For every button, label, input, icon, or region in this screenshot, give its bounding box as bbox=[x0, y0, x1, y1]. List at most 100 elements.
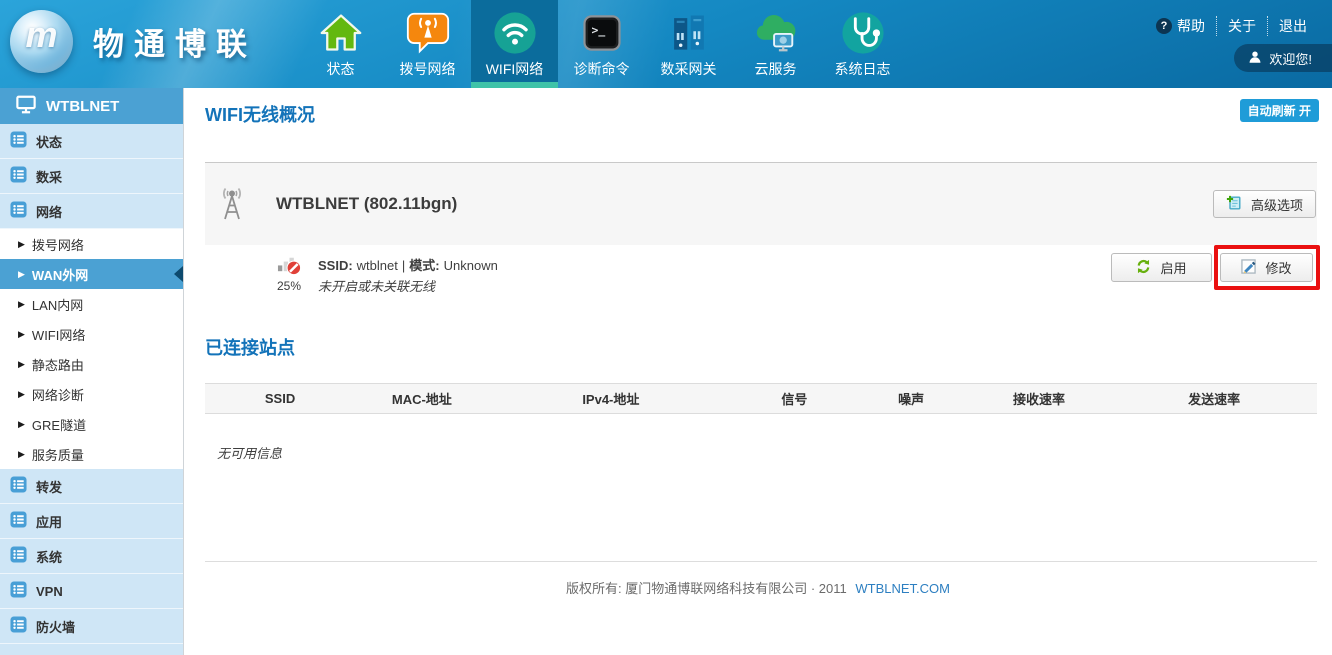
list-icon bbox=[10, 166, 27, 186]
column-header-signal: 信号 bbox=[733, 389, 855, 408]
column-header-noise: 噪声 bbox=[855, 389, 966, 408]
sidebar-item-system[interactable]: 系统 bbox=[0, 539, 183, 574]
column-header-tx-rate: 发送速率 bbox=[1111, 389, 1317, 408]
sidebar-subitem-gre-tunnel[interactable]: GRE隧道 bbox=[0, 409, 183, 439]
sidebar-subitem-dialup-network[interactable]: 拨号网络 bbox=[0, 229, 183, 259]
caret-icon bbox=[18, 299, 25, 310]
list-icon bbox=[10, 201, 27, 221]
device-name: WTBLNET bbox=[46, 98, 119, 115]
nav-item-data-gateway[interactable]: 数采网关 bbox=[645, 0, 732, 88]
logout-label: 退出 bbox=[1279, 16, 1307, 36]
sidebar-item-network[interactable]: 网络 bbox=[0, 194, 183, 229]
brand-name: 物通博联 bbox=[93, 19, 257, 64]
list-icon bbox=[10, 511, 27, 531]
caret-icon bbox=[18, 449, 25, 460]
sidebar-subitem-lan[interactable]: LAN内网 bbox=[0, 289, 183, 319]
nav-label: 状态 bbox=[327, 59, 355, 79]
dialup-antenna-icon bbox=[406, 9, 450, 57]
ssid-label: SSID: bbox=[318, 258, 353, 273]
question-icon bbox=[1156, 18, 1172, 34]
svg-text:>_: >_ bbox=[591, 23, 605, 37]
nav-item-cloud-service[interactable]: 云服务 bbox=[732, 0, 819, 88]
main-content: WIFI无线概况 自动刷新 开 WTBLNET (802.11bgn) bbox=[184, 88, 1332, 655]
help-link[interactable]: 帮助 bbox=[1145, 16, 1216, 36]
refresh-icon bbox=[1136, 259, 1151, 277]
wifi-device-panel: WTBLNET (802.11bgn) 高级选项 bbox=[205, 162, 1317, 245]
list-icon bbox=[10, 546, 27, 566]
sidebar: WTBLNET 状态 数采 网络 拨号网络 WAN外网 LAN内网 WIF bbox=[0, 88, 184, 655]
caret-icon bbox=[18, 269, 25, 280]
list-icon bbox=[10, 476, 27, 496]
terminal-icon: >_ bbox=[581, 9, 623, 57]
top-header: 物通博联 状态 拨号网络 bbox=[0, 0, 1332, 88]
footer: 版权所有: 厦门物通博联网络科技有限公司 · 2011 WTBLNET.COM bbox=[184, 578, 1332, 597]
signal-percent: 25% bbox=[271, 279, 307, 293]
welcome-text: 欢迎您! bbox=[1269, 49, 1312, 68]
nav-item-dialup-network[interactable]: 拨号网络 bbox=[384, 0, 471, 88]
sidebar-item-vpn[interactable]: VPN bbox=[0, 574, 183, 609]
stethoscope-log-icon bbox=[840, 9, 886, 57]
list-icon bbox=[10, 131, 27, 151]
enable-label: 启用 bbox=[1160, 258, 1186, 277]
stations-section-title: 已连接站点 bbox=[205, 334, 295, 360]
help-label: 帮助 bbox=[1177, 16, 1205, 36]
sidebar-partial-row bbox=[0, 644, 183, 655]
mode-value: Unknown bbox=[444, 258, 498, 273]
sidebar-item-firewall[interactable]: 防火墙 bbox=[0, 609, 183, 644]
separator: | bbox=[402, 258, 405, 273]
caret-icon bbox=[18, 329, 25, 340]
nav-label: 云服务 bbox=[755, 59, 797, 79]
copyright-text: 版权所有: 厦门物通博联网络科技有限公司 · 2011 bbox=[566, 581, 847, 596]
antenna-tower-icon bbox=[214, 186, 250, 222]
top-navigation: 状态 拨号网络 bbox=[297, 0, 906, 88]
wifi-device-title: WTBLNET (802.11bgn) bbox=[276, 194, 457, 214]
advanced-options-label: 高级选项 bbox=[1251, 195, 1303, 214]
brand-logo: 物通博联 bbox=[10, 10, 257, 73]
nav-label: 诊断命令 bbox=[574, 59, 630, 79]
edit-label: 修改 bbox=[1265, 258, 1291, 277]
cloud-service-icon bbox=[753, 9, 799, 57]
router-admin-page: 物通博联 状态 拨号网络 bbox=[0, 0, 1332, 655]
wifi-icon bbox=[492, 9, 538, 57]
caret-icon bbox=[18, 389, 25, 400]
sidebar-subitem-static-routes[interactable]: 静态路由 bbox=[0, 349, 183, 379]
sidebar-subitem-wifi-network[interactable]: WIFI网络 bbox=[0, 319, 183, 349]
list-icon bbox=[10, 616, 27, 636]
column-header-mac: MAC-地址 bbox=[355, 389, 488, 408]
signal-disabled-icon bbox=[277, 251, 302, 281]
stations-table-header: SSID MAC-地址 IPv4-地址 信号 噪声 接收速率 发送速率 bbox=[205, 383, 1317, 414]
about-label: 关于 bbox=[1228, 16, 1256, 36]
nav-label: 系统日志 bbox=[835, 59, 891, 79]
logout-link[interactable]: 退出 bbox=[1267, 16, 1318, 36]
edit-button[interactable]: 修改 bbox=[1220, 253, 1313, 282]
enable-button[interactable]: 启用 bbox=[1111, 253, 1212, 282]
caret-icon bbox=[18, 239, 25, 250]
footer-divider bbox=[205, 561, 1317, 562]
sidebar-item-status[interactable]: 状态 bbox=[0, 124, 183, 159]
page-title: WIFI无线概况 bbox=[205, 101, 315, 127]
header-links: 帮助 关于 退出 bbox=[1145, 16, 1318, 36]
footer-link[interactable]: WTBLNET.COM bbox=[855, 581, 950, 596]
nav-item-diagnostic-command[interactable]: >_ 诊断命令 bbox=[558, 0, 645, 88]
nav-item-system-log[interactable]: 系统日志 bbox=[819, 0, 906, 88]
advanced-options-button[interactable]: 高级选项 bbox=[1213, 190, 1316, 218]
column-header-rx-rate: 接收速率 bbox=[967, 389, 1112, 408]
caret-icon bbox=[18, 359, 25, 370]
ssid-value: wtblnet bbox=[357, 258, 398, 273]
server-gateway-icon bbox=[668, 9, 710, 57]
nav-item-wifi-network[interactable]: WIFI网络 bbox=[471, 0, 558, 88]
radio-status-row: 25% SSID:wtblnet|模式:Unknown 未开启或未关联无线 启用 bbox=[205, 245, 1317, 315]
nav-label: 拨号网络 bbox=[400, 59, 456, 79]
nav-label: 数采网关 bbox=[661, 59, 717, 79]
sidebar-subitem-qos[interactable]: 服务质量 bbox=[0, 439, 183, 469]
sidebar-item-forwarding[interactable]: 转发 bbox=[0, 469, 183, 504]
pencil-icon bbox=[1241, 259, 1256, 277]
sidebar-item-applications[interactable]: 应用 bbox=[0, 504, 183, 539]
auto-refresh-toggle[interactable]: 自动刷新 开 bbox=[1240, 99, 1319, 122]
sidebar-subitem-wan[interactable]: WAN外网 bbox=[0, 259, 183, 289]
nav-item-status[interactable]: 状态 bbox=[297, 0, 384, 88]
user-icon bbox=[1248, 50, 1262, 67]
sidebar-subitem-network-diagnostics[interactable]: 网络诊断 bbox=[0, 379, 183, 409]
sidebar-item-data-collection[interactable]: 数采 bbox=[0, 159, 183, 194]
about-link[interactable]: 关于 bbox=[1216, 16, 1267, 36]
